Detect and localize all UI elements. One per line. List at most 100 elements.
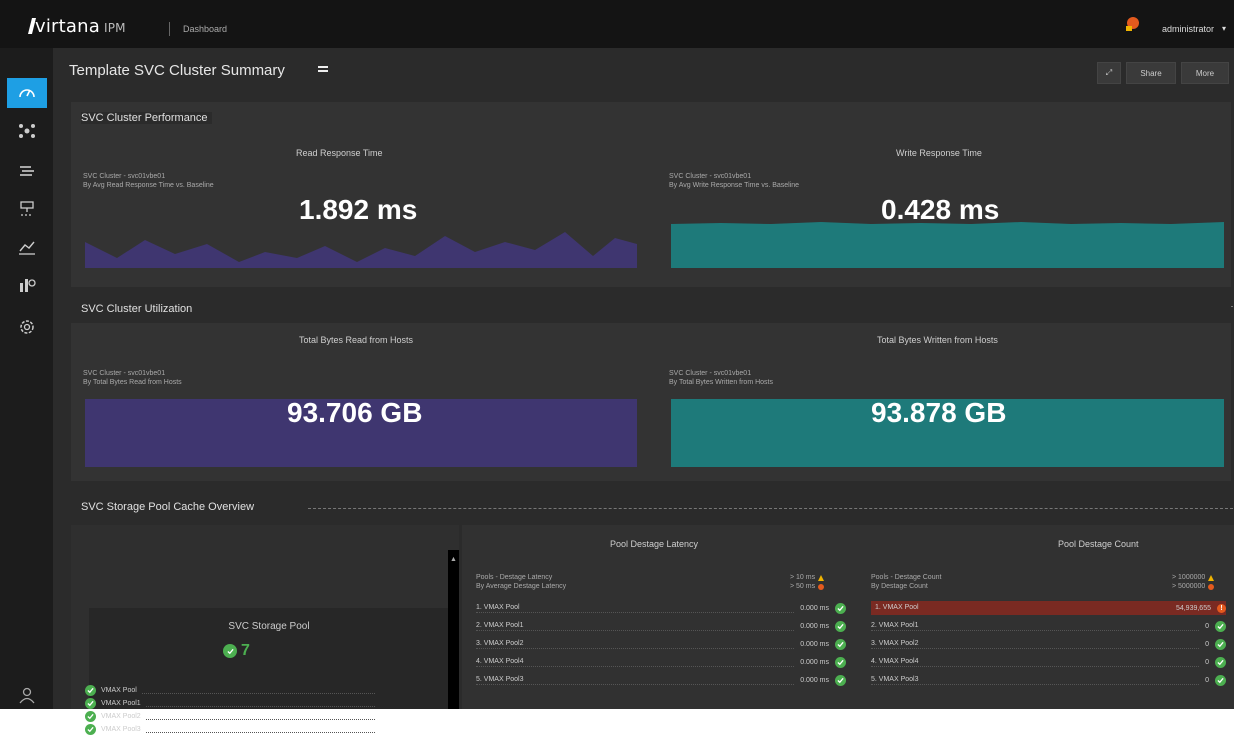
legend-warning-label: > 10 ms <box>790 574 816 581</box>
row-value: 0.000 ms <box>800 605 829 612</box>
destage-count-subtitle: Pools - Destage Count <box>871 574 942 581</box>
legend-critical: > 50 ms <box>790 582 825 591</box>
nav-settings[interactable] <box>7 312 47 342</box>
table-row[interactable]: 5. VMAX Pool3 0.000 ms <box>476 675 846 686</box>
fullscreen-button[interactable]: ⤢ <box>1097 62 1121 84</box>
table-row[interactable]: 5. VMAX Pool3 0 <box>871 675 1226 686</box>
nav-topology[interactable] <box>7 116 47 146</box>
bytes-read-value: 93.706 GB <box>287 397 423 428</box>
divider <box>145 701 375 707</box>
analytics-icon <box>19 241 35 255</box>
alert-icon[interactable] <box>1124 16 1140 32</box>
legend-critical-label: > 5000000 <box>1172 583 1206 590</box>
settings-icon <box>20 320 34 334</box>
check-icon <box>1215 621 1226 632</box>
nav-analytics[interactable] <box>7 232 47 262</box>
bytes-written-subtitle: SVC Cluster - svc01vbe01 <box>669 370 752 377</box>
row-label: 2. VMAX Pool1 <box>476 622 795 631</box>
critical-icon <box>1208 583 1215 590</box>
table-row[interactable]: 2. VMAX Pool1 0 <box>871 621 1226 632</box>
row-value: 0 <box>1205 677 1209 684</box>
legend-critical: > 5000000 <box>1172 582 1215 591</box>
side-nav <box>0 48 53 709</box>
storage-pool-panel: SVC Storage Pool 7 VMAX Pool VMAX Pool1 … <box>71 525 459 735</box>
divider <box>169 22 170 36</box>
warning-icon <box>1208 574 1215 581</box>
storage-pool-count-value: 7 <box>241 642 250 659</box>
menu-icon[interactable] <box>318 64 336 78</box>
network-icon <box>20 201 34 216</box>
nav-network[interactable] <box>7 194 47 224</box>
more-button[interactable]: More <box>1181 62 1229 84</box>
destage-latency-subtitle-2: By Average Destage Latency <box>476 583 567 590</box>
divider <box>145 727 375 733</box>
read-response-subtitle-2: By Avg Read Response Time vs. Baseline <box>83 182 214 189</box>
row-value: 0 <box>1205 659 1209 666</box>
list-item[interactable]: VMAX Pool1 <box>85 698 375 709</box>
storage-pool-title: SVC Storage Pool <box>228 621 310 632</box>
table-row[interactable]: 3. VMAX Pool2 0.000 ms <box>476 639 846 650</box>
chevron-down-icon[interactable]: ▾ <box>1222 24 1226 33</box>
row-label: 1. VMAX Pool <box>476 604 795 613</box>
section-title: SVC Cluster Utilization <box>81 303 197 315</box>
bytes-read-subtitle: SVC Cluster - svc01vbe01 <box>83 370 166 377</box>
pool-name: VMAX Pool1 <box>101 700 141 707</box>
row-value: 0 <box>1205 623 1209 630</box>
critical-icon: ! <box>1217 603 1226 613</box>
read-response-title: Read Response Time <box>296 148 383 158</box>
write-response-title: Write Response Time <box>896 148 982 158</box>
nav-reports[interactable] <box>7 270 47 300</box>
nav-inventory[interactable] <box>7 156 47 186</box>
check-icon <box>85 711 96 722</box>
page-title: Template SVC Cluster Summary <box>69 62 285 79</box>
bytes-written-value: 93.878 GB <box>871 397 1007 428</box>
product-name: IPM <box>103 21 126 35</box>
list-item[interactable]: VMAX Pool <box>85 685 375 696</box>
legend-warning: > 1000000 <box>1172 573 1215 582</box>
read-response-subtitle: SVC Cluster - svc01vbe01 <box>83 173 166 180</box>
check-icon <box>835 675 846 686</box>
breadcrumb[interactable]: Dashboard <box>183 24 227 34</box>
destage-latency-title: Pool Destage Latency <box>610 539 699 549</box>
section-divider <box>308 508 1233 509</box>
legend-warning: > 10 ms <box>790 573 825 582</box>
nav-dashboard[interactable] <box>7 78 47 108</box>
read-response-value: 1.892 ms <box>299 194 418 225</box>
table-row[interactable]: 1. VMAX Pool 54,939,655! <box>871 601 1226 615</box>
table-row[interactable]: 2. VMAX Pool1 0.000 ms <box>476 621 846 632</box>
chevron-up-icon: ▲ <box>450 556 457 563</box>
list-item[interactable]: VMAX Pool2 <box>85 711 375 722</box>
row-label: 3. VMAX Pool2 <box>476 640 795 649</box>
share-button[interactable]: Share <box>1126 62 1176 84</box>
brand-logo[interactable]: virtana IPM <box>28 16 126 37</box>
topology-icon <box>19 124 35 138</box>
bytes-read-subtitle-2: By Total Bytes Read from Hosts <box>83 379 182 386</box>
write-response-value: 0.428 ms <box>881 194 1000 225</box>
destage-count-subtitle-2: By Destage Count <box>871 583 928 590</box>
check-icon <box>85 685 96 696</box>
write-response-subtitle-2: By Avg Write Response Time vs. Baseline <box>669 182 800 189</box>
user-menu[interactable]: administrator <box>1162 24 1214 34</box>
dashboard-icon <box>19 89 35 98</box>
bytes-written-title: Total Bytes Written from Hosts <box>877 335 998 345</box>
nav-user[interactable] <box>7 680 47 710</box>
check-icon <box>223 644 237 658</box>
table-row[interactable]: 4. VMAX Pool4 0.000 ms <box>476 657 846 668</box>
check-icon <box>835 639 846 650</box>
section-title: SVC Cluster Performance <box>81 112 212 124</box>
row-label: 2. VMAX Pool1 <box>871 622 1200 631</box>
list-item[interactable]: VMAX Pool3 <box>85 724 375 735</box>
check-icon <box>1215 639 1226 650</box>
table-row[interactable]: 4. VMAX Pool4 0 <box>871 657 1226 668</box>
row-value: 0 <box>1205 641 1209 648</box>
bytes-written-subtitle-2: By Total Bytes Written from Hosts <box>669 379 773 386</box>
user-icon <box>19 687 35 704</box>
row-value: 0.000 ms <box>800 677 829 684</box>
scrollbar[interactable]: ▲ <box>448 550 459 709</box>
destage-panels: Pool Destage Latency Pools - Destage Lat… <box>462 525 1234 709</box>
check-icon <box>1215 675 1226 686</box>
top-bar: virtana IPM Dashboard administrator ▾ <box>0 0 1234 48</box>
table-row[interactable]: 1. VMAX Pool 0.000 ms <box>476 603 846 614</box>
critical-icon <box>818 583 825 590</box>
table-row[interactable]: 3. VMAX Pool2 0 <box>871 639 1226 650</box>
